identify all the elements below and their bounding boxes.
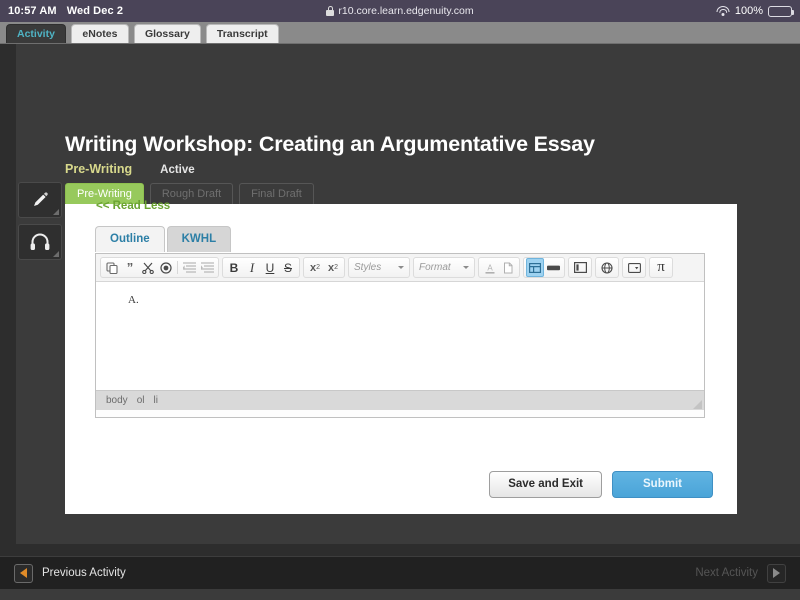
format-dropdown[interactable]: Format <box>413 257 475 278</box>
superscript-button[interactable]: x2 <box>324 258 342 277</box>
outline-tab-group: Outline KWHL <box>95 226 233 252</box>
battery-percent: 100% <box>735 5 763 17</box>
format-label: Format <box>419 262 451 273</box>
tool-rail <box>18 182 62 266</box>
bold-button[interactable]: B <box>225 258 243 277</box>
copy-icon[interactable] <box>103 258 121 277</box>
text-color-icon[interactable]: A <box>481 258 499 277</box>
ios-status-bar: 10:57 AM Wed Dec 2 r10.core.learn.edgenu… <box>0 0 800 22</box>
link-group <box>595 257 619 278</box>
insert-group <box>523 257 565 278</box>
page-title: Writing Workshop: Creating an Argumentat… <box>65 132 745 157</box>
paste-quote-icon[interactable]: ” <box>121 258 139 277</box>
paste-target-icon[interactable] <box>157 258 175 277</box>
pencil-tool-button[interactable] <box>18 182 62 218</box>
background-color-icon[interactable] <box>499 258 517 277</box>
path-li[interactable]: li <box>153 395 157 406</box>
audio-tool-button[interactable] <box>18 224 62 260</box>
toolbar-divider <box>177 261 178 274</box>
headphones-icon <box>29 232 51 252</box>
editor-toolbar: ” B I <box>96 254 704 282</box>
tab-transcript[interactable]: Transcript <box>206 24 279 43</box>
clipboard-group: ” <box>100 257 219 278</box>
indent-icon[interactable] <box>198 258 216 277</box>
stage-button-final-draft[interactable]: Final Draft <box>239 183 314 206</box>
browser-tab-strip: Activity eNotes Glossary Transcript <box>0 22 800 44</box>
tab-label: Glossary <box>145 28 190 40</box>
lesson-header: Writing Workshop: Creating an Argumentat… <box>65 132 745 206</box>
lesson-page: Writing Workshop: Creating an Argumentat… <box>0 44 800 589</box>
status-badge: Active <box>160 164 195 176</box>
wifi-icon <box>717 6 730 16</box>
save-and-exit-button[interactable]: Save and Exit <box>489 471 602 498</box>
path-ol[interactable]: ol <box>137 395 145 406</box>
tab-glossary[interactable]: Glossary <box>134 24 201 43</box>
current-stage-label: Pre-Writing <box>65 162 132 176</box>
form-select-icon[interactable] <box>625 258 643 277</box>
pencil-icon <box>30 190 50 210</box>
page-break-group <box>568 257 592 278</box>
triangle-left-icon <box>14 564 33 583</box>
table-icon[interactable] <box>526 258 544 277</box>
tab-kwhl[interactable]: KWHL <box>167 226 232 252</box>
status-bar-left: 10:57 AM Wed Dec 2 <box>8 5 123 17</box>
next-activity-button[interactable]: Next Activity <box>695 564 786 583</box>
svg-text:A: A <box>487 263 493 272</box>
activity-panel: << Read Less Outline KWHL ” <box>65 204 737 514</box>
submit-button[interactable]: Submit <box>612 471 713 498</box>
left-edge-strip <box>0 44 16 589</box>
subscript-button[interactable]: x2 <box>306 258 324 277</box>
tab-label: Transcript <box>217 28 268 40</box>
status-bar-right: 100% <box>717 5 792 17</box>
underline-button[interactable]: U <box>261 258 279 277</box>
chevron-down-icon <box>398 266 404 269</box>
activity-navigation-bar: Previous Activity Next Activity <box>0 556 800 589</box>
status-line: Pre-Writing Active <box>65 162 745 176</box>
tab-activity[interactable]: Activity <box>6 24 66 43</box>
previous-activity-label: Previous Activity <box>42 567 126 579</box>
styles-label: Styles <box>354 262 381 273</box>
clock-time: 10:57 AM <box>8 5 57 17</box>
color-group: A <box>478 257 520 278</box>
math-pi-icon[interactable]: π <box>652 258 670 277</box>
read-less-link[interactable]: << Read Less <box>96 200 170 212</box>
resize-grip-icon[interactable] <box>693 400 702 409</box>
outline-item-a: A. <box>128 294 139 306</box>
chevron-down-icon <box>463 266 469 269</box>
text-format-group: B I U S <box>222 257 300 278</box>
outdent-icon[interactable] <box>180 258 198 277</box>
previous-activity-button[interactable]: Previous Activity <box>14 564 126 583</box>
horizontal-rule-icon[interactable] <box>544 258 562 277</box>
form-group <box>622 257 646 278</box>
tab-enotes[interactable]: eNotes <box>71 24 129 43</box>
script-group: x2 x2 <box>303 257 345 278</box>
page-break-icon[interactable] <box>571 258 589 277</box>
bottom-edge-strip <box>0 544 800 556</box>
tab-label: eNotes <box>82 28 117 40</box>
next-activity-label: Next Activity <box>695 567 758 579</box>
lock-icon <box>326 6 334 16</box>
strikethrough-button[interactable]: S <box>279 258 297 277</box>
italic-button[interactable]: I <box>243 258 261 277</box>
clock-date: Wed Dec 2 <box>67 5 123 17</box>
editor-element-path: body ol li <box>96 390 704 410</box>
page-url: r10.core.learn.edgenuity.com <box>338 5 473 17</box>
triangle-right-icon <box>767 564 786 583</box>
cut-scissors-icon[interactable] <box>139 258 157 277</box>
styles-dropdown[interactable]: Styles <box>348 257 410 278</box>
panel-actions: Save and Exit Submit <box>489 471 713 498</box>
editor-content-area[interactable]: A. <box>96 282 704 390</box>
tab-label: Activity <box>17 28 55 40</box>
battery-full-icon <box>768 6 792 17</box>
globe-link-icon[interactable] <box>598 258 616 277</box>
math-group: π <box>649 257 673 278</box>
tab-outline[interactable]: Outline <box>95 226 165 252</box>
rich-text-editor: ” B I <box>95 253 705 418</box>
path-body[interactable]: body <box>106 395 128 406</box>
